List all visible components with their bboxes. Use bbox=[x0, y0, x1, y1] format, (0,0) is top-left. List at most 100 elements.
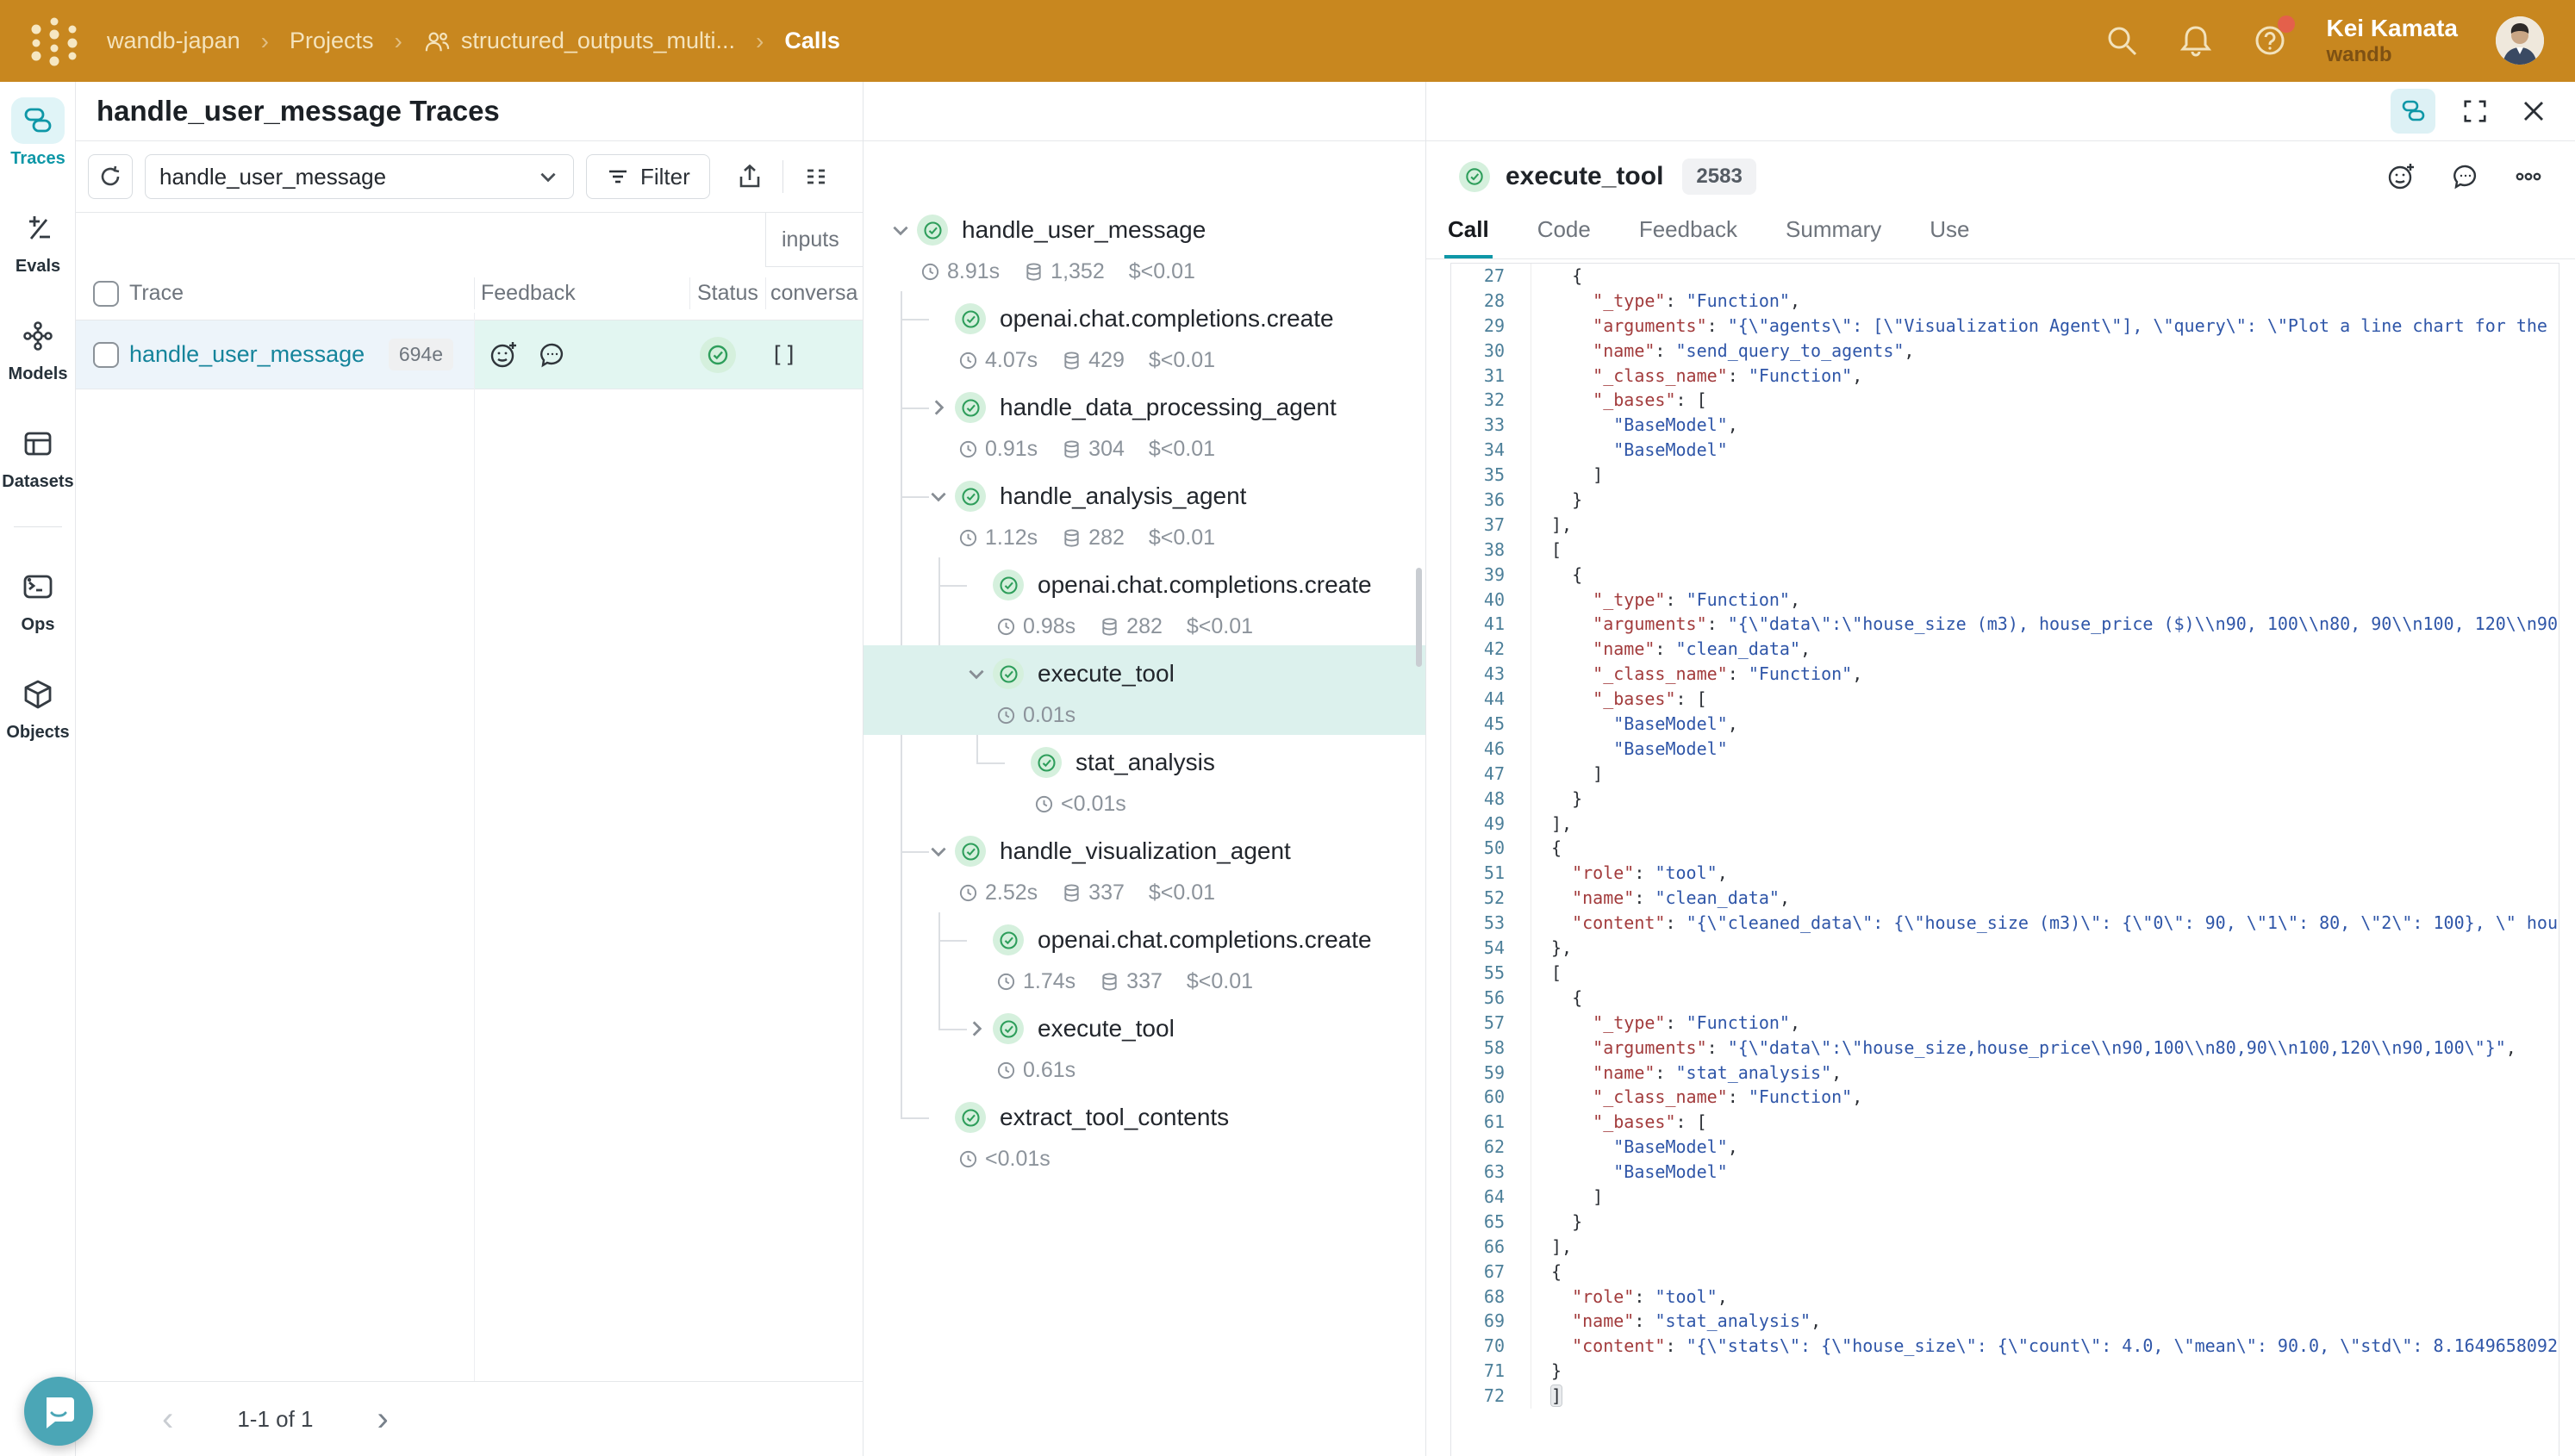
chevron-spacer bbox=[962, 925, 991, 955]
tab-summary[interactable]: Summary bbox=[1786, 211, 1881, 258]
code-line: 29 "arguments": "{\"agents\": [\"Visuali… bbox=[1451, 314, 2559, 339]
op-selector-dropdown[interactable]: handle_user_message bbox=[145, 154, 574, 199]
tab-feedback[interactable]: Feedback bbox=[1639, 211, 1737, 258]
code-line: 70 "content": "{\"stats\": {\"house_size… bbox=[1451, 1334, 2559, 1359]
user-menu[interactable]: Kei Kamata wandb bbox=[2326, 14, 2458, 67]
tab-call[interactable]: Call bbox=[1448, 211, 1489, 258]
sidebar-item-datasets[interactable]: Datasets bbox=[0, 420, 76, 492]
code-line: 32 "_bases": [ bbox=[1451, 388, 2559, 413]
success-check-icon bbox=[955, 836, 986, 867]
tree-node-name: handle_visualization_agent bbox=[1000, 837, 1291, 865]
tree-node-execute_tool[interactable]: execute_tool0.61s bbox=[864, 1004, 1425, 1092]
sidebar-item-ops[interactable]: Ops bbox=[0, 563, 76, 635]
filter-button[interactable]: Filter bbox=[586, 154, 710, 199]
sidebar-item-traces[interactable]: Traces bbox=[0, 97, 76, 169]
tree-node-handle_user_message[interactable]: handle_user_message8.91s1,352$<0.01 bbox=[864, 205, 1425, 294]
chevron-right-icon[interactable] bbox=[962, 1014, 991, 1043]
tree-node-meta: 4.07s429$<0.01 bbox=[864, 344, 1425, 376]
clock-icon bbox=[958, 439, 978, 459]
chevron-down-icon[interactable] bbox=[924, 482, 953, 511]
tree-node-handle_data_processing_agent[interactable]: handle_data_processing_agent0.91s304$<0.… bbox=[864, 383, 1425, 471]
line-number: 35 bbox=[1451, 463, 1531, 488]
breadcrumb-item-4[interactable]: Calls bbox=[784, 28, 840, 54]
call-code-viewer[interactable]: 27 {28 "_type": "Function",29 "arguments… bbox=[1450, 263, 2559, 1456]
table-group-header-row: inputs bbox=[76, 213, 863, 267]
chevron-down-icon[interactable] bbox=[962, 659, 991, 688]
row-checkbox[interactable] bbox=[93, 342, 119, 368]
add-reaction-icon[interactable] bbox=[488, 339, 521, 371]
chevron-down-icon[interactable] bbox=[924, 837, 953, 866]
code-line: 36 } bbox=[1451, 488, 2559, 513]
help-icon[interactable] bbox=[2252, 22, 2288, 59]
line-number: 42 bbox=[1451, 637, 1531, 662]
line-number: 38 bbox=[1451, 538, 1531, 563]
line-number: 65 bbox=[1451, 1210, 1531, 1235]
export-button[interactable] bbox=[729, 156, 770, 197]
tree-node-extract_tool_contents[interactable]: extract_tool_contents<0.01s bbox=[864, 1092, 1425, 1181]
overflow-menu-icon[interactable] bbox=[2513, 161, 2544, 192]
tree-node-openai.chat.completions.create[interactable]: openai.chat.completions.create0.98s282$<… bbox=[864, 560, 1425, 649]
tree-node-handle_visualization_agent[interactable]: handle_visualization_agent2.52s337$<0.01 bbox=[864, 826, 1425, 915]
code-line: 53 "content": "{\"cleaned_data\": {\"hou… bbox=[1451, 911, 2559, 936]
sidebar-item-label: Evals bbox=[16, 257, 60, 277]
column-header-status[interactable]: Status bbox=[697, 267, 758, 320]
chat-support-button[interactable] bbox=[24, 1377, 93, 1446]
tree-node-openai.chat.completions.create[interactable]: openai.chat.completions.create1.74s337$<… bbox=[864, 915, 1425, 1004]
tree-node-meta: <0.01s bbox=[864, 1142, 1425, 1175]
next-page-icon[interactable]: › bbox=[377, 1402, 389, 1436]
node-duration: <0.01s bbox=[985, 1147, 1051, 1172]
tree-node-openai.chat.completions.create[interactable]: openai.chat.completions.create4.07s429$<… bbox=[864, 294, 1425, 383]
sidebar-item-objects[interactable]: Objects bbox=[0, 671, 76, 743]
search-icon[interactable] bbox=[2104, 22, 2140, 59]
column-header-trace[interactable]: Trace bbox=[129, 267, 184, 320]
sidebar-item-evals[interactable]: Evals bbox=[0, 205, 76, 277]
line-number: 34 bbox=[1451, 438, 1531, 463]
tab-use[interactable]: Use bbox=[1930, 211, 1969, 258]
tree-node-name: handle_data_processing_agent bbox=[1000, 394, 1337, 421]
toggle-tree-view-button[interactable] bbox=[2391, 89, 2435, 134]
avatar[interactable] bbox=[2496, 16, 2544, 65]
line-number: 60 bbox=[1451, 1085, 1531, 1110]
pagination-bar: ‹ 1-1 of 1 › bbox=[76, 1381, 863, 1456]
fullscreen-icon[interactable] bbox=[2456, 92, 2494, 130]
tree-node-execute_tool[interactable]: execute_tool0.01s bbox=[864, 649, 1425, 737]
tokens-icon bbox=[1100, 617, 1119, 637]
breadcrumb-item-1[interactable]: wandb-japan bbox=[107, 28, 240, 54]
breadcrumb-item-3[interactable]: structured_outputs_multi... bbox=[423, 28, 735, 54]
line-number: 33 bbox=[1451, 413, 1531, 438]
comment-icon[interactable] bbox=[536, 339, 569, 371]
bell-icon[interactable] bbox=[2178, 22, 2214, 59]
breadcrumb-item-2[interactable]: Projects bbox=[290, 28, 374, 54]
call-count-badge[interactable]: 2583 bbox=[1682, 159, 1755, 195]
close-icon[interactable] bbox=[2515, 92, 2553, 130]
tab-code[interactable]: Code bbox=[1537, 211, 1591, 258]
prev-page-icon[interactable]: ‹ bbox=[162, 1402, 173, 1436]
wandb-logo-icon[interactable] bbox=[26, 15, 83, 68]
tree-scrollbar[interactable] bbox=[1416, 568, 1422, 667]
line-number: 39 bbox=[1451, 563, 1531, 588]
tree-node-stat_analysis[interactable]: stat_analysis<0.01s bbox=[864, 737, 1425, 826]
sidebar-divider bbox=[14, 526, 62, 527]
filter-label: Filter bbox=[640, 164, 690, 190]
comment-icon[interactable] bbox=[2449, 160, 2482, 193]
trace-link[interactable]: handle_user_message bbox=[129, 341, 365, 368]
toolbar-divider bbox=[782, 160, 783, 193]
chevron-spacer bbox=[1000, 748, 1029, 777]
column-header-feedback[interactable]: Feedback bbox=[481, 267, 576, 320]
refresh-button[interactable] bbox=[88, 154, 133, 199]
status-success-icon bbox=[700, 337, 736, 373]
columns-button[interactable] bbox=[795, 156, 837, 197]
chevron-down-icon[interactable] bbox=[886, 215, 915, 245]
node-cost: $<0.01 bbox=[1187, 969, 1253, 994]
clock-icon bbox=[996, 617, 1016, 637]
add-reaction-icon[interactable] bbox=[2385, 160, 2418, 193]
line-number: 62 bbox=[1451, 1135, 1531, 1160]
column-header-conversation[interactable]: conversa bbox=[770, 267, 863, 320]
chevron-right-icon[interactable] bbox=[924, 393, 953, 422]
table-row[interactable]: handle_user_message 694e bbox=[76, 320, 863, 389]
code-line: 34 "BaseModel" bbox=[1451, 438, 2559, 463]
select-all-checkbox[interactable] bbox=[93, 281, 119, 307]
tree-node-handle_analysis_agent[interactable]: handle_analysis_agent1.12s282$<0.01 bbox=[864, 471, 1425, 560]
success-check-icon bbox=[955, 303, 986, 334]
sidebar-item-models[interactable]: Models bbox=[0, 313, 76, 384]
